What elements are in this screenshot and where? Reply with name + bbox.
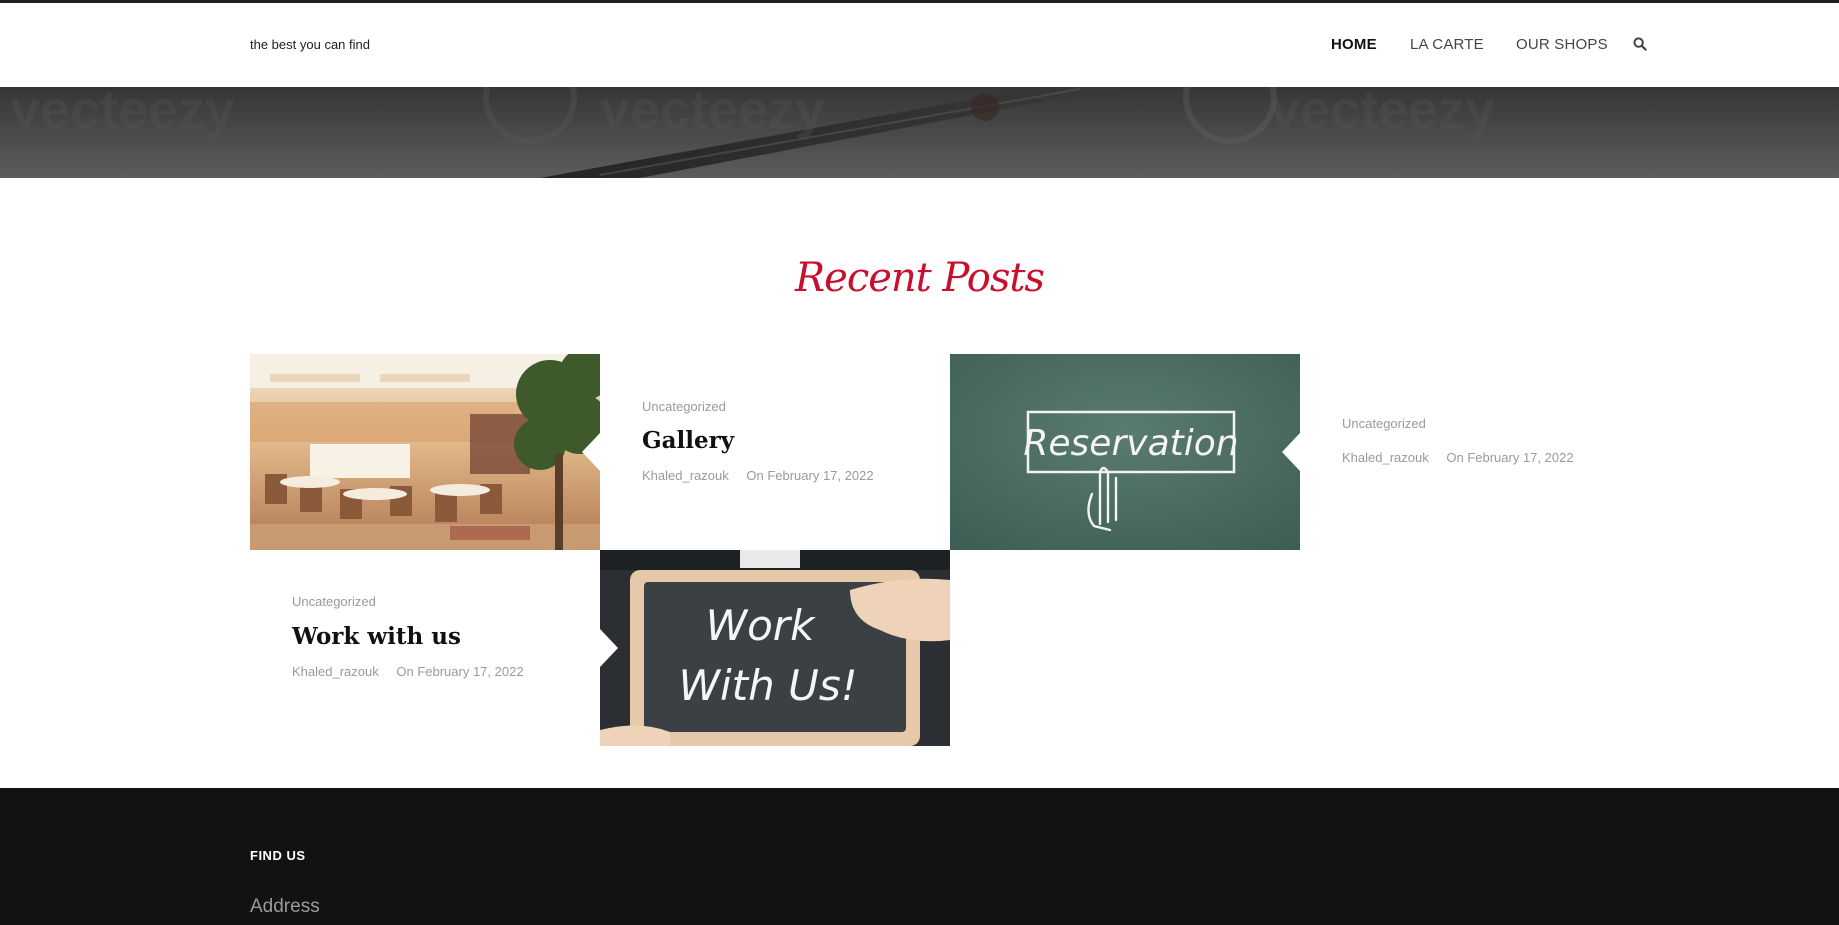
card-notch bbox=[582, 433, 600, 471]
work-chalk-line1: Work bbox=[706, 601, 816, 650]
post-meta: Khaled_razouk On February 17, 2022 bbox=[292, 664, 538, 679]
post-card-gallery: Uncategorized Gallery Khaled_razouk On F… bbox=[600, 354, 950, 550]
post-category[interactable]: Uncategorized bbox=[292, 594, 376, 609]
watermark-center: vecteezy bbox=[600, 87, 826, 140]
work-chalk-line2: With Us! bbox=[678, 661, 857, 710]
nav-home[interactable]: HOME bbox=[1331, 36, 1377, 53]
post-image-work-with-us[interactable]: Work With Us! bbox=[600, 550, 950, 746]
search-icon[interactable] bbox=[1633, 37, 1649, 53]
post-category[interactable]: Uncategorized bbox=[642, 399, 726, 414]
section-title-recent-posts: Recent Posts bbox=[795, 255, 1045, 301]
post-author[interactable]: Khaled_razouk bbox=[642, 468, 729, 483]
card-notch bbox=[600, 629, 618, 667]
post-meta: Khaled_razouk On February 17, 2022 bbox=[642, 468, 888, 483]
post-date: On February 17, 2022 bbox=[1446, 450, 1574, 465]
nav-our-shops[interactable]: OUR SHOPS bbox=[1516, 36, 1608, 53]
post-date: On February 17, 2022 bbox=[396, 664, 524, 679]
card-notch bbox=[1282, 433, 1300, 471]
watermark-left: vecteezy bbox=[10, 87, 236, 140]
post-image-gallery[interactable] bbox=[250, 354, 600, 550]
post-title-work-with-us[interactable]: Work with us bbox=[292, 623, 461, 650]
post-category[interactable]: Uncategorized bbox=[1342, 416, 1426, 431]
footer-heading-find-us: FIND US bbox=[250, 848, 306, 863]
site-tagline: the best you can find bbox=[250, 37, 370, 52]
nav-la-carte[interactable]: LA CARTE bbox=[1410, 36, 1484, 53]
post-meta: Khaled_razouk On February 17, 2022 bbox=[1342, 450, 1588, 465]
reservation-chalk-text: Reservation bbox=[1023, 423, 1238, 464]
footer-address-label: Address bbox=[250, 896, 320, 917]
post-date: On February 17, 2022 bbox=[746, 468, 874, 483]
watermark-right: vecteezy bbox=[1270, 87, 1496, 140]
post-image-reservation[interactable]: Reservation bbox=[950, 354, 1300, 550]
site-footer: FIND US Address bbox=[0, 788, 1839, 925]
hero-image-strip: vecteezy vecteezy vecteezy bbox=[0, 87, 1839, 178]
site-header: the best you can find HOME LA CARTE OUR … bbox=[0, 3, 1839, 87]
post-title-gallery[interactable]: Gallery bbox=[642, 427, 734, 454]
post-card-reservation: Uncategorized Khaled_razouk On February … bbox=[1300, 354, 1650, 550]
post-author[interactable]: Khaled_razouk bbox=[1342, 450, 1429, 465]
post-author[interactable]: Khaled_razouk bbox=[292, 664, 379, 679]
post-card-work-with-us: Uncategorized Work with us Khaled_razouk… bbox=[250, 550, 600, 746]
